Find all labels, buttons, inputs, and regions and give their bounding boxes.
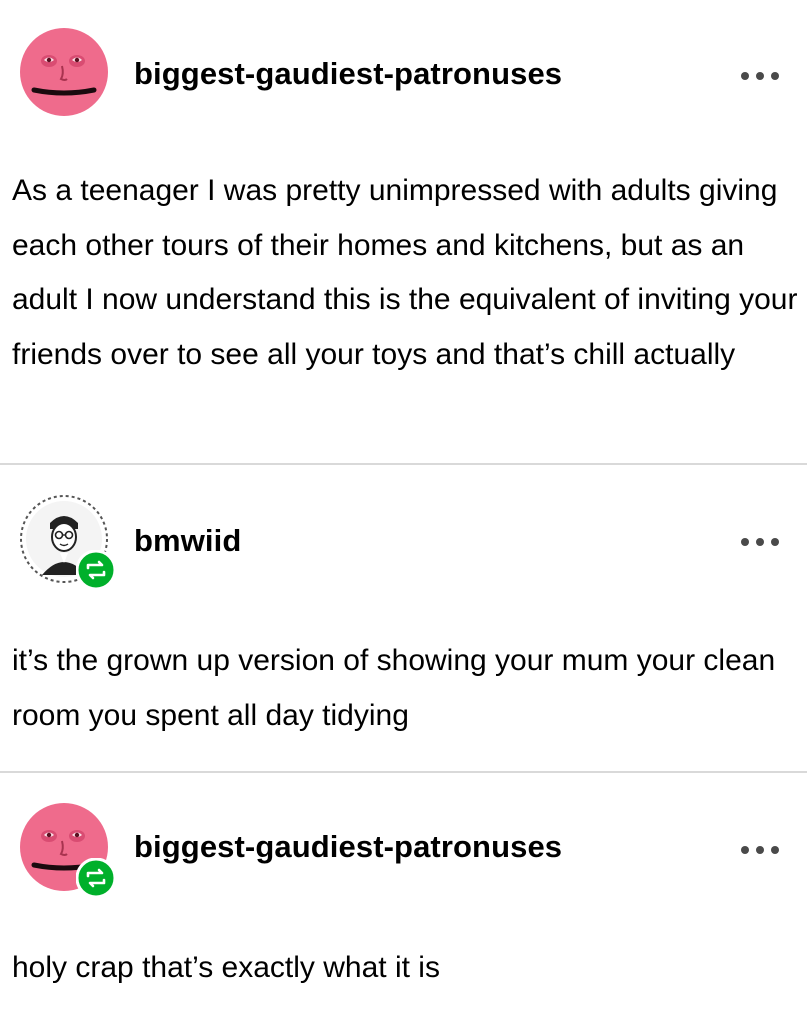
more-options-button[interactable]	[737, 66, 787, 86]
avatar[interactable]	[20, 28, 108, 116]
reblog-badge	[75, 549, 117, 591]
pink-moon-face-avatar-icon	[20, 28, 108, 116]
reblog-icon	[75, 857, 117, 899]
post-body: As a teenager I was pretty unimpressed w…	[12, 174, 798, 371]
post-body: holy crap that’s exactly what it is	[12, 951, 440, 984]
username[interactable]: biggest-gaudiest-patronuses	[134, 829, 562, 865]
username[interactable]: bmwiid	[134, 523, 241, 559]
reblog-icon	[75, 549, 117, 591]
ellipsis-icon	[741, 538, 779, 546]
post-2: bmwiid it’s the grown up version of show…	[0, 465, 807, 772]
more-options-button[interactable]	[737, 840, 787, 860]
reblog-badge	[75, 857, 117, 899]
username[interactable]: biggest-gaudiest-patronuses	[134, 56, 562, 92]
ellipsis-icon	[741, 72, 779, 80]
post-body: it’s the grown up version of showing you…	[12, 644, 776, 732]
post-3: biggest-gaudiest-patronuses holy crap th…	[0, 773, 807, 1024]
ellipsis-icon	[741, 846, 779, 854]
post-1: biggest-gaudiest-patronuses As a teenage…	[0, 0, 807, 464]
more-options-button[interactable]	[737, 532, 787, 552]
